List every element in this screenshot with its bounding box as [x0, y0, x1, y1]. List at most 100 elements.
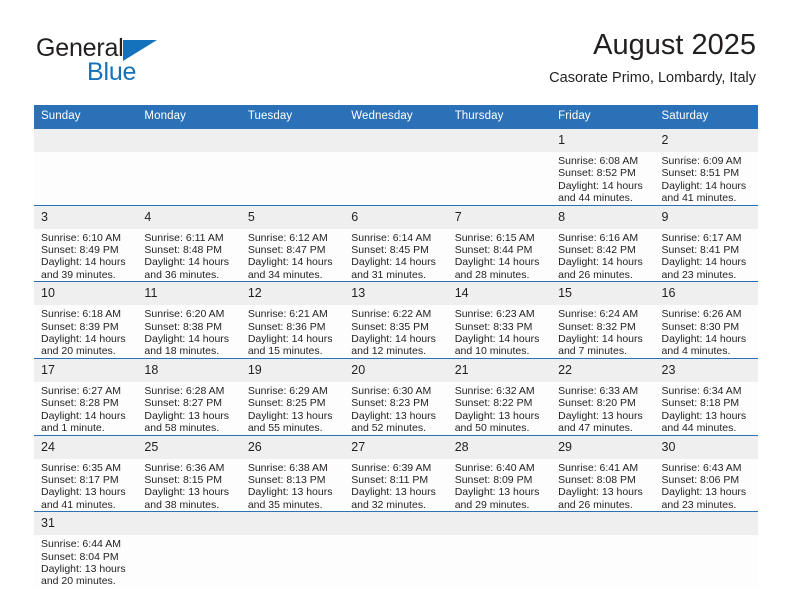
day-sun-info: Sunrise: 6:16 AM Sunset: 8:42 PM Dayligh… — [558, 231, 643, 281]
calendar-day-cell[interactable]: 24 Sunrise: 6:35 AM Sunset: 8:17 PM Dayli… — [34, 434, 138, 512]
calendar-day-cell[interactable] — [240, 129, 345, 206]
day-sun-info: Sunrise: 6:22 AM Sunset: 8:35 PM Dayligh… — [351, 308, 436, 358]
calendar-day-cell[interactable]: 18 Sunrise: 6:28 AM Sunset: 8:27 PM Dayli… — [137, 357, 241, 435]
day-sun-info — [241, 152, 344, 155]
day-number: 11 — [137, 282, 241, 306]
calendar-day-cell[interactable]: 14 Sunrise: 6:23 AM Sunset: 8:33 PM Dayli… — [447, 281, 552, 359]
day-number: 18 — [137, 358, 241, 382]
day-sun-info — [655, 535, 758, 538]
calendar-day-cell[interactable]: 29 Sunrise: 6:41 AM Sunset: 8:08 PM Dayli… — [551, 434, 655, 512]
calendar-week-row: 17 Sunrise: 6:27 AM Sunset: 8:28 PM Dayli… — [34, 357, 758, 435]
calendar-day-cell[interactable] — [447, 129, 552, 206]
day-number: 10 — [34, 282, 138, 306]
calendar-day-cell[interactable] — [551, 511, 655, 588]
calendar-day-cell[interactable] — [137, 511, 241, 588]
day-number: 28 — [447, 435, 552, 459]
calendar-day-cell[interactable]: 12 Sunrise: 6:21 AM Sunset: 8:36 PM Dayli… — [240, 281, 345, 359]
calendar-day-cell[interactable] — [447, 511, 552, 588]
day-number — [654, 512, 758, 536]
calendar-day-cell[interactable]: 30 Sunrise: 6:43 AM Sunset: 8:06 PM Dayli… — [654, 434, 758, 512]
day-number: 8 — [551, 205, 655, 229]
calendar-day-cell[interactable]: 20 Sunrise: 6:30 AM Sunset: 8:23 PM Dayli… — [344, 357, 448, 435]
calendar-day-cell[interactable]: 23 Sunrise: 6:34 AM Sunset: 8:18 PM Dayli… — [654, 357, 758, 435]
day-number — [447, 512, 552, 536]
day-sun-info — [448, 152, 551, 155]
calendar-week-row: 31 Sunrise: 6:44 AM Sunset: 8:04 PM Dayli… — [34, 511, 758, 588]
day-number: 20 — [344, 358, 448, 382]
day-number: 30 — [654, 435, 758, 459]
calendar-day-cell[interactable] — [344, 129, 448, 206]
day-number — [34, 129, 138, 152]
calendar-day-cell[interactable] — [344, 511, 448, 588]
calendar-day-cell[interactable]: 10 Sunrise: 6:18 AM Sunset: 8:39 PM Dayli… — [34, 281, 138, 359]
calendar-day-cell[interactable]: 21 Sunrise: 6:32 AM Sunset: 8:22 PM Dayli… — [447, 357, 552, 435]
calendar-day-cell[interactable]: 25 Sunrise: 6:36 AM Sunset: 8:15 PM Dayli… — [137, 434, 241, 512]
day-number: 1 — [551, 129, 655, 152]
title-block: August 2025 Casorate Primo, Lombardy, It… — [236, 28, 756, 88]
day-sun-info: Sunrise: 6:30 AM Sunset: 8:23 PM Dayligh… — [351, 384, 436, 435]
calendar-day-cell[interactable]: 3 Sunrise: 6:10 AM Sunset: 8:49 PM Daylig… — [34, 204, 138, 282]
day-sun-info: Sunrise: 6:11 AM Sunset: 8:48 PM Dayligh… — [144, 231, 230, 281]
calendar-day-cell[interactable]: 19 Sunrise: 6:29 AM Sunset: 8:25 PM Dayli… — [240, 357, 345, 435]
day-sun-info: Sunrise: 6:39 AM Sunset: 8:11 PM Dayligh… — [351, 461, 436, 511]
day-number: 12 — [240, 282, 345, 306]
calendar-header-row: Sunday Monday Tuesday Wednesday Thursday… — [34, 105, 758, 129]
calendar-day-cell[interactable]: 1 Sunrise: 6:08 AM Sunset: 8:52 PM Daylig… — [551, 129, 655, 206]
day-sun-info: Sunrise: 6:17 AM Sunset: 8:41 PM Dayligh… — [661, 231, 747, 281]
calendar-day-cell[interactable]: 2 Sunrise: 6:09 AM Sunset: 8:51 PM Daylig… — [654, 129, 758, 206]
day-sun-info: Sunrise: 6:14 AM Sunset: 8:45 PM Dayligh… — [351, 231, 436, 281]
page-subtitle: Casorate Primo, Lombardy, Italy — [549, 70, 756, 86]
day-number: 13 — [344, 282, 448, 306]
day-number — [447, 129, 552, 152]
page-header: General Blue August 2025 Casorate Primo,… — [0, 0, 792, 86]
calendar-day-cell[interactable]: 7 Sunrise: 6:15 AM Sunset: 8:44 PM Daylig… — [447, 204, 552, 282]
day-number — [551, 512, 655, 536]
calendar-day-cell[interactable]: 11 Sunrise: 6:20 AM Sunset: 8:38 PM Dayli… — [137, 281, 241, 359]
calendar-day-cell[interactable]: 28 Sunrise: 6:40 AM Sunset: 8:09 PM Dayli… — [447, 434, 552, 512]
day-number — [344, 129, 448, 152]
calendar-day-cell[interactable]: 9 Sunrise: 6:17 AM Sunset: 8:41 PM Daylig… — [654, 204, 758, 282]
calendar-day-cell[interactable]: 16 Sunrise: 6:26 AM Sunset: 8:30 PM Dayli… — [654, 281, 758, 359]
calendar-page: General Blue August 2025 Casorate Primo,… — [0, 0, 792, 612]
page-title: August 2025 — [593, 29, 756, 61]
day-sun-info: Sunrise: 6:10 AM Sunset: 8:49 PM Dayligh… — [41, 231, 126, 281]
day-number — [344, 512, 448, 536]
calendar-day-cell[interactable]: 8 Sunrise: 6:16 AM Sunset: 8:42 PM Daylig… — [551, 204, 655, 282]
calendar-day-cell[interactable]: 22 Sunrise: 6:33 AM Sunset: 8:20 PM Dayli… — [551, 357, 655, 435]
day-number — [240, 512, 345, 536]
calendar-day-cell[interactable]: 15 Sunrise: 6:24 AM Sunset: 8:32 PM Dayli… — [551, 281, 655, 359]
calendar-day-cell[interactable] — [34, 129, 138, 206]
day-number: 21 — [447, 358, 552, 382]
calendar-day-cell[interactable]: 6 Sunrise: 6:14 AM Sunset: 8:45 PM Daylig… — [344, 204, 448, 282]
day-sun-info: Sunrise: 6:32 AM Sunset: 8:22 PM Dayligh… — [454, 384, 540, 435]
day-number: 6 — [344, 205, 448, 229]
day-sun-info — [344, 152, 447, 155]
day-number: 31 — [34, 512, 138, 536]
day-number — [137, 129, 241, 152]
calendar-day-cell[interactable]: 31 Sunrise: 6:44 AM Sunset: 8:04 PM Dayli… — [34, 511, 138, 588]
calendar-day-cell[interactable] — [240, 511, 345, 588]
calendar-day-cell[interactable] — [137, 129, 241, 206]
day-sun-info: Sunrise: 6:28 AM Sunset: 8:27 PM Dayligh… — [144, 384, 230, 435]
day-sun-info — [241, 535, 344, 538]
calendar-day-cell[interactable] — [654, 511, 758, 588]
calendar-week-row: 24 Sunrise: 6:35 AM Sunset: 8:17 PM Dayli… — [34, 434, 758, 512]
day-sun-info: Sunrise: 6:12 AM Sunset: 8:47 PM Dayligh… — [247, 231, 333, 281]
day-number: 24 — [34, 435, 138, 459]
day-number — [137, 512, 241, 536]
day-number: 2 — [654, 129, 758, 152]
calendar-day-cell[interactable]: 27 Sunrise: 6:39 AM Sunset: 8:11 PM Dayli… — [344, 434, 448, 512]
calendar-day-cell[interactable]: 13 Sunrise: 6:22 AM Sunset: 8:35 PM Dayli… — [344, 281, 448, 359]
weekday-header-thursday: Thursday — [447, 105, 552, 129]
calendar-day-cell[interactable]: 5 Sunrise: 6:12 AM Sunset: 8:47 PM Daylig… — [240, 204, 345, 282]
calendar-body: 1 Sunrise: 6:08 AM Sunset: 8:52 PM Daylig… — [34, 129, 758, 588]
calendar-day-cell[interactable]: 17 Sunrise: 6:27 AM Sunset: 8:28 PM Dayli… — [34, 357, 138, 435]
day-sun-info — [344, 535, 447, 538]
calendar-day-cell[interactable]: 26 Sunrise: 6:38 AM Sunset: 8:13 PM Dayli… — [240, 434, 345, 512]
day-number: 5 — [240, 205, 345, 229]
day-sun-info — [34, 152, 137, 155]
day-number: 4 — [137, 205, 241, 229]
day-number: 19 — [240, 358, 345, 382]
calendar-week-row: 1 Sunrise: 6:08 AM Sunset: 8:52 PM Daylig… — [34, 129, 758, 206]
calendar-day-cell[interactable]: 4 Sunrise: 6:11 AM Sunset: 8:48 PM Daylig… — [137, 204, 241, 282]
